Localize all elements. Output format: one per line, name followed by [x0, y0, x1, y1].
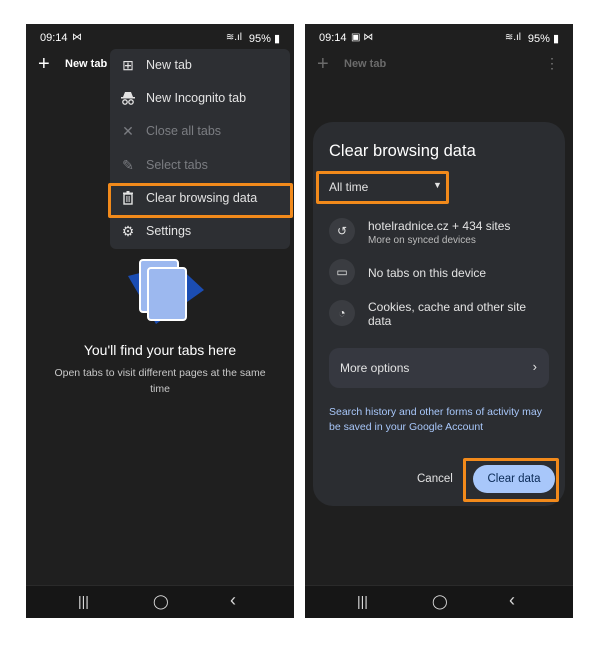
new-tab-icon: ⊞	[122, 57, 134, 73]
back-icon[interactable]: ‹	[230, 590, 236, 611]
history-summary: hotelradnice.cz + 434 sites	[368, 219, 511, 233]
status-time: 09:14	[40, 32, 68, 44]
chevron-right-icon: ›	[532, 359, 537, 374]
plus-icon[interactable]: +	[317, 54, 329, 74]
battery-indicator: 95% ▮	[527, 33, 559, 45]
menu-item-settings[interactable]: ⚙ Settings	[110, 215, 290, 248]
empty-state-title: You'll find your tabs here	[83, 342, 237, 358]
cookie-icon: ◔	[329, 300, 355, 326]
account-activity-note[interactable]: Search history and other forms of activi…	[329, 405, 553, 435]
wifi-signal-icon: ≋.ıl	[225, 32, 242, 43]
cancel-button[interactable]: Cancel	[417, 473, 453, 485]
new-tab-button[interactable]: New tab	[65, 58, 107, 70]
incognito-icon	[120, 90, 136, 106]
android-nav-bar: ||| ◯ ‹	[305, 585, 573, 618]
battery-indicator: 95% ▮	[248, 33, 280, 45]
more-options-row[interactable]: More options ›	[329, 348, 549, 388]
history-subtitle: More on synced devices	[368, 235, 476, 246]
history-icon: ↺	[329, 218, 355, 244]
highlight-clear-data	[463, 458, 559, 502]
home-icon[interactable]: ◯	[432, 593, 448, 610]
menu-item-new-incognito-tab[interactable]: New Incognito tab	[110, 82, 290, 115]
wifi-signal-icon: ≋.ıl	[504, 32, 521, 43]
tabs-icon: ▭	[329, 259, 355, 285]
menu-item-close-all-tabs[interactable]: ✕ Close all tabs	[110, 115, 290, 148]
status-bar: 09:14 ▣ ⋈ ≋.ıl 95% ▮	[305, 24, 573, 52]
mail-icon: ⋈	[72, 32, 82, 43]
dialog-title: Clear browsing data	[329, 142, 476, 160]
status-bar: 09:14 ⋈ ≋.ıl 95% ▮	[26, 24, 294, 52]
status-time: 09:14	[319, 32, 347, 44]
cookies-summary: Cookies, cache and other site data	[368, 300, 527, 328]
tabs-illustration	[116, 254, 206, 329]
close-icon: ✕	[122, 123, 134, 139]
new-tab-button[interactable]: New tab	[344, 58, 386, 70]
highlight-time-range	[316, 171, 449, 204]
overflow-menu: ⊞ New tab New Incognito tab ✕ Close all …	[110, 49, 290, 249]
gear-icon: ⚙	[121, 223, 135, 239]
more-options-icon[interactable]: ⋮	[545, 56, 559, 70]
home-icon[interactable]: ◯	[153, 593, 169, 610]
phone-screen-tab-switcher: 09:14 ⋈ ≋.ıl 95% ▮ + New tab You'll find…	[26, 24, 294, 618]
phone-screen-clear-dialog: 09:14 ▣ ⋈ ≋.ıl 95% ▮ + New tab ⋮ Clear b…	[305, 24, 573, 618]
highlight-clear-browsing-data	[108, 183, 293, 218]
android-nav-bar: ||| ◯ ‹	[26, 585, 294, 618]
empty-state-subtitle: Open tabs to visit different pages at th…	[54, 367, 266, 395]
image-icon: ▣ ⋈	[351, 32, 374, 43]
menu-item-new-tab[interactable]: ⊞ New tab	[110, 49, 290, 82]
recents-icon[interactable]: |||	[357, 593, 368, 609]
more-options-label: More options	[340, 361, 410, 375]
tabs-summary: No tabs on this device	[368, 266, 487, 280]
tab-toolbar: + New tab ⋮	[305, 54, 573, 82]
back-icon[interactable]: ‹	[509, 590, 515, 611]
pencil-icon: ✎	[122, 157, 134, 173]
recents-icon[interactable]: |||	[78, 593, 89, 609]
plus-icon[interactable]: +	[38, 54, 50, 74]
menu-item-select-tabs[interactable]: ✎ Select tabs	[110, 149, 290, 182]
